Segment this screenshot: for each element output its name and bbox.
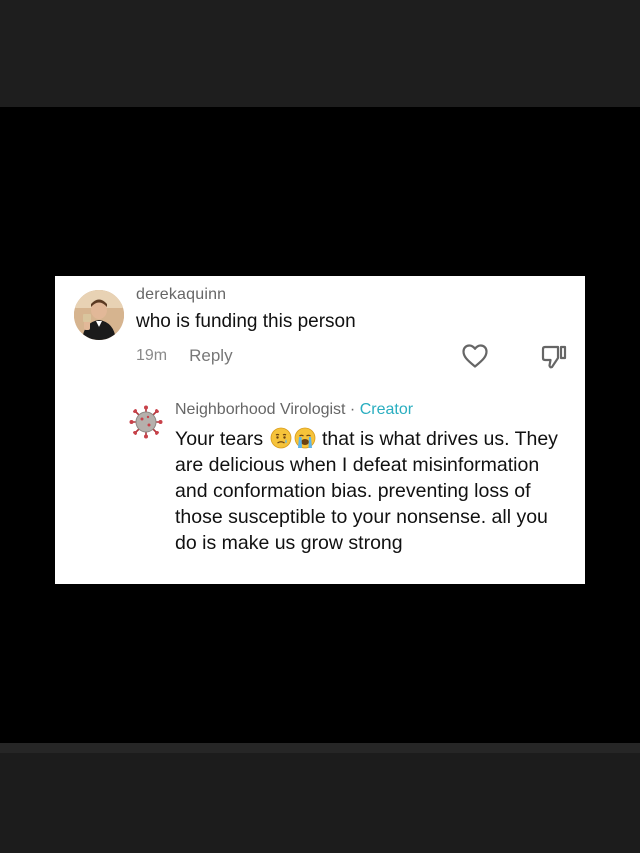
reply-separator: · xyxy=(345,401,360,418)
virus-icon xyxy=(129,405,163,439)
comment-text: who is funding this person xyxy=(136,311,356,332)
creator-avatar[interactable] xyxy=(129,405,163,439)
heart-icon[interactable] xyxy=(461,343,489,369)
reply-button[interactable]: Reply xyxy=(189,346,232,366)
comment-username[interactable]: derekaquinn xyxy=(136,286,226,304)
comment-card: derekaquinn who is funding this person 1… xyxy=(55,276,585,584)
comment-timestamp: 19m xyxy=(136,347,168,364)
reply-username[interactable]: Neighborhood Virologist xyxy=(175,401,345,418)
avatar-photo xyxy=(74,290,124,340)
bottom-bar xyxy=(0,743,640,853)
top-bar xyxy=(0,0,640,107)
reply-text: Your tears that is what drives us. They … xyxy=(175,426,570,556)
reply-header: Neighborhood Virologist · Creator xyxy=(175,401,413,419)
creator-badge: Creator xyxy=(359,401,414,418)
reply-text-lead: Your tears xyxy=(175,428,269,450)
avatar[interactable] xyxy=(74,290,124,340)
bottom-bar-edge xyxy=(0,743,640,753)
comment-meta: 19m Reply xyxy=(136,346,233,366)
sad-relieved-face-emoji xyxy=(270,427,291,449)
loudly-crying-face-emoji xyxy=(294,427,315,449)
thumbs-down-icon[interactable] xyxy=(540,343,568,371)
